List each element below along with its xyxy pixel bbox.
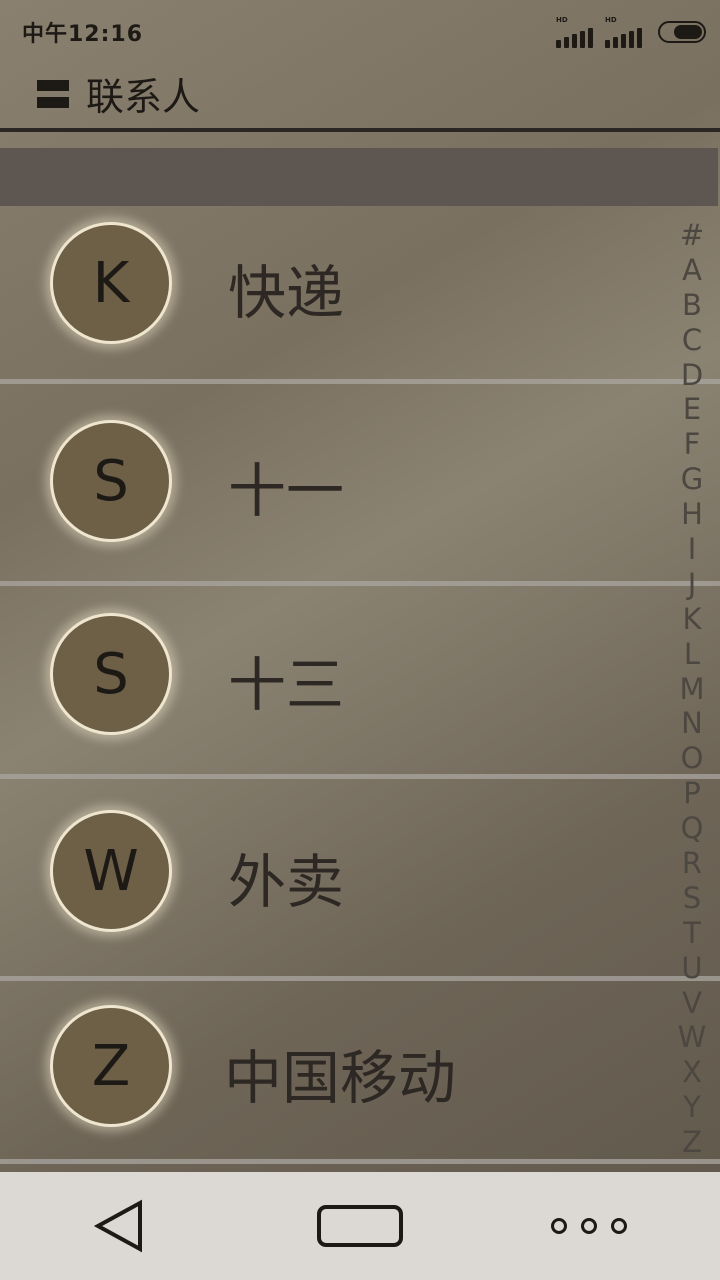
index-letter[interactable]: P (683, 776, 701, 811)
navigation-bar (0, 1172, 720, 1280)
index-letter[interactable]: F (684, 427, 701, 462)
contact-row[interactable]: W 外卖 (0, 779, 720, 981)
battery-toggle-icon (658, 21, 706, 43)
contact-avatar: Z (50, 1005, 172, 1127)
index-letter[interactable]: H (681, 497, 703, 532)
contact-row[interactable]: K 快递 (0, 206, 720, 384)
status-bar: 中午12:16 HD HD (0, 0, 720, 64)
avatar-initial: K (92, 250, 130, 316)
index-letter[interactable]: Q (681, 811, 704, 846)
index-letter[interactable]: U (681, 951, 702, 986)
more-button[interactable] (536, 1198, 642, 1254)
index-letter[interactable]: I (688, 532, 697, 567)
index-letter[interactable]: L (684, 637, 700, 672)
avatar-initial: S (93, 448, 129, 514)
index-letter[interactable]: J (688, 567, 697, 602)
header-divider (0, 128, 720, 132)
contact-name: 快递 (228, 259, 345, 327)
index-letter[interactable]: O (681, 741, 704, 776)
avatar-initial: Z (91, 1033, 131, 1099)
index-letter[interactable]: B (682, 288, 702, 323)
index-letter[interactable]: V (682, 986, 702, 1021)
contact-row[interactable]: S 十一 (0, 384, 720, 586)
search-strip[interactable] (0, 148, 718, 206)
index-letter[interactable]: K (682, 602, 701, 637)
index-letter[interactable]: M (679, 672, 704, 707)
index-letter[interactable]: Z (682, 1125, 702, 1160)
avatar-initial: W (83, 838, 139, 904)
status-icons: HD HD (556, 16, 706, 48)
index-letter[interactable]: A (682, 253, 702, 288)
index-letter[interactable]: C (682, 323, 702, 358)
page-title: 联系人 (86, 75, 201, 119)
hd-label-1: HD (556, 16, 568, 24)
contact-row[interactable]: Z 中国移动 (0, 981, 720, 1164)
index-letter[interactable]: R (682, 846, 702, 881)
index-letter[interactable]: W (678, 1020, 707, 1055)
contact-row[interactable]: S 十三 (0, 586, 720, 779)
avatar-initial: S (93, 641, 129, 707)
contact-name: 中国移动 (224, 1044, 457, 1112)
contact-avatar: S (50, 613, 172, 735)
index-letter[interactable]: T (683, 916, 701, 951)
contact-avatar: W (50, 810, 172, 932)
menu-icon[interactable] (37, 80, 69, 108)
index-letter[interactable]: # (680, 218, 704, 253)
status-time: 中午12:16 (22, 22, 144, 47)
index-letter[interactable]: E (683, 392, 701, 427)
home-rect-icon (317, 1205, 403, 1247)
app-header: 联系人 (0, 64, 720, 128)
contact-name: 十一 (228, 457, 345, 525)
more-dots-icon (551, 1218, 627, 1234)
contact-name: 外卖 (228, 848, 345, 916)
contact-avatar: S (50, 420, 172, 542)
index-letter[interactable]: Y (683, 1090, 701, 1125)
signal-icon-1: HD (556, 16, 593, 48)
back-triangle-icon (93, 1199, 142, 1253)
hd-label-2: HD (605, 16, 617, 24)
index-letter[interactable]: S (683, 881, 701, 916)
index-letter[interactable]: X (682, 1055, 702, 1090)
back-button[interactable] (88, 1198, 148, 1254)
index-letter[interactable]: G (681, 462, 703, 497)
alphabet-index-bar[interactable]: # A B C D E F G H I J K L M N O P Q R S T U V W X Y Z (672, 218, 712, 1160)
home-button[interactable] (314, 1198, 406, 1254)
contact-name: 十三 (228, 651, 345, 719)
contact-avatar: K (50, 222, 172, 344)
signal-icon-2: HD (605, 16, 642, 48)
index-letter[interactable]: D (681, 358, 703, 393)
index-letter[interactable]: N (681, 706, 703, 741)
